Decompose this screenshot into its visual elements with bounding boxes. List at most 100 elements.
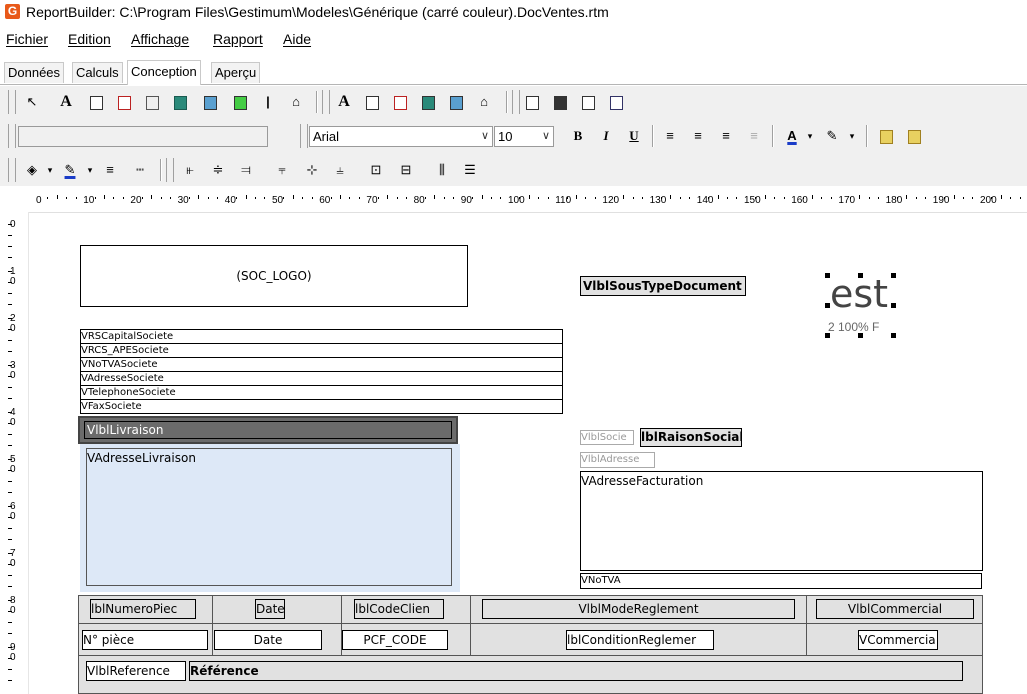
font-size-combo[interactable]: 10 ∨ bbox=[494, 126, 554, 147]
shape-component-icon[interactable] bbox=[230, 92, 250, 112]
adresse-livraison-field[interactable]: VAdresseLivraison bbox=[86, 448, 452, 586]
line-color-icon[interactable]: ✎ bbox=[60, 160, 80, 180]
image-component[interactable]: est 2 100% F bbox=[825, 272, 896, 338]
menu-aide[interactable]: Aide bbox=[283, 31, 311, 47]
align-center-icon[interactable]: ≡ bbox=[688, 126, 708, 146]
toolbar-grip[interactable] bbox=[8, 90, 16, 114]
rcs-ape-societe-field[interactable]: VRCS_APESociete bbox=[80, 343, 563, 358]
logo-field[interactable]: (SOC_LOGO) bbox=[80, 245, 468, 307]
align-left-edges-icon[interactable]: ⫦ bbox=[180, 160, 200, 180]
tab-apercu[interactable]: Aperçu bbox=[211, 62, 261, 83]
system-variable-icon[interactable] bbox=[142, 92, 162, 112]
chevron-down-icon[interactable]: ▾ bbox=[40, 160, 60, 180]
line-style-icon[interactable]: ┅ bbox=[130, 160, 150, 180]
lbl-code-client-field[interactable]: lblCodeClien bbox=[354, 599, 444, 619]
livraison-header[interactable]: VlblLivraison bbox=[78, 416, 458, 444]
highlight-color-icon[interactable]: ✎ bbox=[822, 126, 842, 146]
fax-societe-field[interactable]: VFaxSociete bbox=[80, 399, 563, 414]
date-field[interactable]: Date bbox=[214, 630, 322, 650]
richtext-component-icon[interactable] bbox=[114, 92, 134, 112]
livraison-label[interactable]: VlblLivraison bbox=[84, 421, 452, 439]
tab-donnees[interactable]: Données bbox=[4, 62, 65, 83]
capital-societe-field[interactable]: VRSCapitalSociete bbox=[80, 329, 563, 344]
align-bottom-edges-icon[interactable]: ⫨ bbox=[330, 160, 350, 180]
toolbar-grip[interactable] bbox=[300, 124, 308, 148]
selection-handle[interactable] bbox=[825, 333, 830, 338]
variable-component-icon[interactable] bbox=[170, 92, 190, 112]
lbl-adresse-field[interactable]: VlblAdresse bbox=[580, 452, 655, 468]
toolbar-grip[interactable] bbox=[8, 124, 16, 148]
adresse-societe-field[interactable]: VAdresseSociete bbox=[80, 371, 563, 386]
justify-icon[interactable]: ≡ bbox=[744, 126, 764, 146]
pointer-icon[interactable]: ↖ bbox=[22, 92, 42, 112]
commercial-field[interactable]: VCommercia bbox=[858, 630, 938, 650]
sous-type-document-field[interactable]: VlblSousTypeDocument bbox=[580, 276, 746, 296]
barcode-component-icon[interactable]: ⌂ bbox=[286, 92, 306, 112]
align-vertical-centers-icon[interactable]: ⊹ bbox=[302, 160, 322, 180]
tab-calculs[interactable]: Calculs bbox=[72, 62, 123, 83]
bold-button[interactable]: B bbox=[568, 126, 588, 146]
selection-handle[interactable] bbox=[891, 333, 896, 338]
lbl-mode-reglement-field[interactable]: VlblModeReglement bbox=[482, 599, 795, 619]
selection-handle[interactable] bbox=[891, 303, 896, 308]
chevron-down-icon[interactable]: ▾ bbox=[842, 126, 862, 146]
label-component-icon[interactable]: A bbox=[56, 92, 76, 112]
selection-handle[interactable] bbox=[825, 273, 830, 278]
space-horizontally-icon[interactable]: ⊡ bbox=[366, 160, 386, 180]
notva-societe-field[interactable]: VNoTVASociete bbox=[80, 357, 563, 372]
toolbar-grip[interactable] bbox=[8, 158, 16, 182]
underline-button[interactable]: U bbox=[624, 126, 644, 146]
chevron-down-icon[interactable]: ∨ bbox=[481, 127, 489, 146]
lbl-numero-piece-field[interactable]: lblNumeroPiec bbox=[90, 599, 196, 619]
line-component-icon[interactable]: | bbox=[258, 92, 278, 112]
bring-to-front-icon[interactable] bbox=[876, 126, 896, 146]
font-color-icon[interactable]: A bbox=[782, 126, 802, 146]
region-component-icon[interactable] bbox=[522, 92, 542, 112]
style-combo[interactable] bbox=[18, 126, 268, 147]
numero-piece-field[interactable]: N° pièce bbox=[82, 630, 208, 650]
toolbar-grip[interactable] bbox=[322, 90, 330, 114]
page-break-icon[interactable] bbox=[578, 92, 598, 112]
menu-affichage[interactable]: Affichage bbox=[131, 31, 189, 47]
align-right-edges-icon[interactable]: ⫤ bbox=[236, 160, 256, 180]
selection-handle[interactable] bbox=[891, 273, 896, 278]
lbl-commercial-field[interactable]: VlblCommercial bbox=[816, 599, 974, 619]
line-thickness-icon[interactable]: ≡ bbox=[100, 160, 120, 180]
selection-handle[interactable] bbox=[858, 333, 863, 338]
chevron-down-icon[interactable]: ▾ bbox=[80, 160, 100, 180]
align-left-icon[interactable]: ≡ bbox=[660, 126, 680, 146]
lbl-societe-field[interactable]: VlblSocie bbox=[580, 430, 634, 445]
code-client-field[interactable]: PCF_CODE bbox=[342, 630, 448, 650]
memo-component-icon[interactable] bbox=[86, 92, 106, 112]
dbmemo-component-icon[interactable] bbox=[362, 92, 382, 112]
adresse-facturation-field[interactable]: VAdresseFacturation bbox=[580, 471, 983, 571]
dbimage-component-icon[interactable] bbox=[446, 92, 466, 112]
toolbar-grip[interactable] bbox=[166, 158, 174, 182]
telephone-societe-field[interactable]: VTelephoneSociete bbox=[80, 385, 563, 400]
tab-conception[interactable]: Conception bbox=[127, 60, 201, 85]
condition-reglement-field[interactable]: lblConditionReglemer bbox=[566, 630, 714, 650]
menu-fichier[interactable]: Fichier bbox=[6, 31, 48, 47]
chevron-down-icon[interactable]: ∨ bbox=[542, 127, 550, 146]
dbbarcode-component-icon[interactable]: ⌂ bbox=[474, 92, 494, 112]
align-horizontal-centers-icon[interactable]: ≑ bbox=[208, 160, 228, 180]
toolbar-grip[interactable] bbox=[512, 90, 520, 114]
center-horizontally-icon[interactable]: ⫼ bbox=[432, 160, 452, 180]
italic-button[interactable]: I bbox=[596, 126, 616, 146]
subreport-component-icon[interactable] bbox=[550, 92, 570, 112]
image-component-icon[interactable] bbox=[200, 92, 220, 112]
raison-sociale-field[interactable]: lblRaisonSociale bbox=[640, 428, 742, 447]
selection-handle[interactable] bbox=[825, 303, 830, 308]
dbtext-component-icon[interactable]: A bbox=[334, 92, 354, 112]
align-top-edges-icon[interactable]: ⫧ bbox=[272, 160, 292, 180]
chevron-down-icon[interactable]: ▾ bbox=[800, 126, 820, 146]
dbcalc-component-icon[interactable] bbox=[418, 92, 438, 112]
menu-rapport[interactable]: Rapport bbox=[213, 31, 263, 47]
send-to-back-icon[interactable] bbox=[904, 126, 924, 146]
fill-color-icon[interactable]: ◈ bbox=[22, 160, 42, 180]
menu-edition[interactable]: Edition bbox=[68, 31, 111, 47]
dbrichtext-component-icon[interactable] bbox=[390, 92, 410, 112]
crossref-component-icon[interactable] bbox=[606, 92, 626, 112]
notva-field[interactable]: VNoTVA bbox=[580, 573, 982, 589]
lbl-date-field[interactable]: Date bbox=[255, 599, 285, 619]
